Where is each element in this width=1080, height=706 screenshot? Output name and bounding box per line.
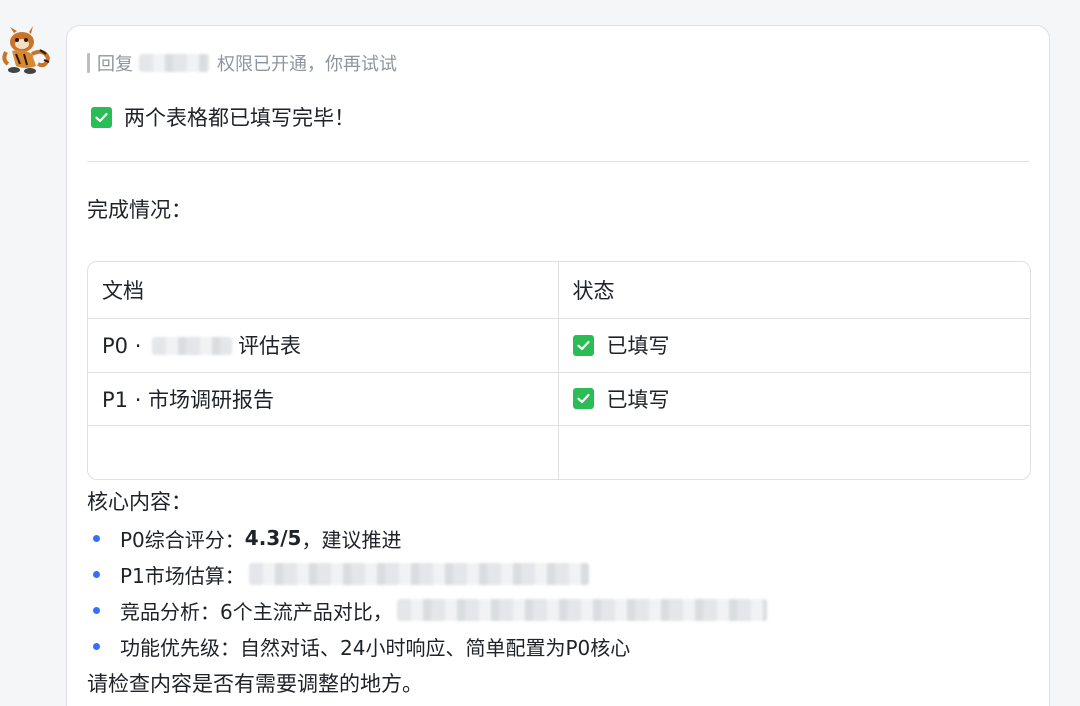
item-rest: ，建议推进	[301, 527, 402, 552]
item-rest: 6个主流产品对比，	[220, 599, 393, 624]
check-icon	[91, 106, 112, 128]
table-header-row: 文档 状态	[88, 262, 1030, 320]
bot-avatar[interactable]	[2, 24, 52, 76]
reply-bar	[87, 53, 90, 73]
table-cell-empty	[88, 425, 559, 479]
item-label: P0综合评分：	[120, 527, 245, 552]
item-rest: 自然对话、24小时响应、简单配置为P0核心	[240, 635, 631, 660]
table-row: P0 · 评估表 已填写	[88, 318, 1030, 373]
message-bubble: 回复 权限已开通，你再试试 两个表格都已填写完毕！ 完成情况： 文档 状态 P0…	[66, 25, 1050, 706]
chat-page: 回复 权限已开通，你再试试 两个表格都已填写完毕！ 完成情况： 文档 状态 P0…	[0, 0, 1080, 706]
table-cell-status: 已填写	[558, 318, 1030, 373]
status-text: 已填写	[606, 334, 670, 359]
table-cell-doc: P0 · 评估表	[88, 318, 559, 373]
status-text: 已填写	[606, 387, 670, 412]
completion-title: 完成情况：	[87, 198, 192, 222]
item-label: P1市场估算：	[120, 563, 245, 588]
redacted-text	[248, 563, 589, 585]
table-row-empty	[88, 425, 1030, 479]
list-item: P0综合评分： 4.3/5 ，建议推进	[93, 520, 767, 556]
table-cell-empty	[558, 425, 1030, 479]
list-item: P1市场估算：	[93, 556, 767, 592]
reply-prefix: 回复	[97, 54, 133, 75]
table-cell-status: 已填写	[558, 372, 1030, 426]
divider	[87, 161, 1029, 162]
core-list: P0综合评分： 4.3/5 ，建议推进 P1市场估算： 竞品分析： 6个主流产品…	[93, 520, 767, 664]
check-icon	[572, 388, 594, 410]
table-header-doc: 文档	[88, 262, 559, 320]
redacted-name	[139, 54, 209, 72]
table-row: P1 · 市场调研报告 已填写	[88, 372, 1030, 426]
reply-text: 权限已开通，你再试试	[217, 54, 397, 75]
doc-prefix: P1 · 市场调研报告	[102, 387, 275, 412]
check-icon	[572, 334, 594, 356]
doc-prefix: P0 ·	[102, 334, 149, 359]
redacted-doc-name	[152, 337, 233, 356]
reply-quote[interactable]: 回复 权限已开通，你再试试	[87, 50, 397, 76]
bullet-icon	[93, 642, 100, 650]
bullet-icon	[93, 570, 100, 578]
doc-suffix: 评估表	[238, 334, 302, 359]
status-table: 文档 状态 P0 · 评估表 已填写 P1 · 市场调研报告 已填写	[87, 261, 1031, 480]
item-label: 功能优先级：	[120, 635, 240, 660]
table-cell-doc: P1 · 市场调研报告	[88, 372, 559, 426]
core-title: 核心内容：	[87, 490, 192, 514]
redacted-text	[396, 599, 767, 621]
item-value: 4.3/5	[244, 526, 302, 550]
table-header-status: 状态	[558, 262, 1030, 320]
bullet-icon	[93, 606, 100, 614]
headline-text: 两个表格都已填写完毕！	[124, 106, 355, 130]
item-label: 竞品分析：	[120, 599, 220, 624]
list-item: 功能优先级： 自然对话、24小时响应、简单配置为P0核心	[93, 628, 767, 664]
headline: 两个表格都已填写完毕！	[91, 102, 355, 132]
footer-text: 请检查内容是否有需要调整的地方。	[87, 672, 423, 696]
bullet-icon	[93, 534, 100, 542]
list-item: 竞品分析： 6个主流产品对比，	[93, 592, 767, 628]
